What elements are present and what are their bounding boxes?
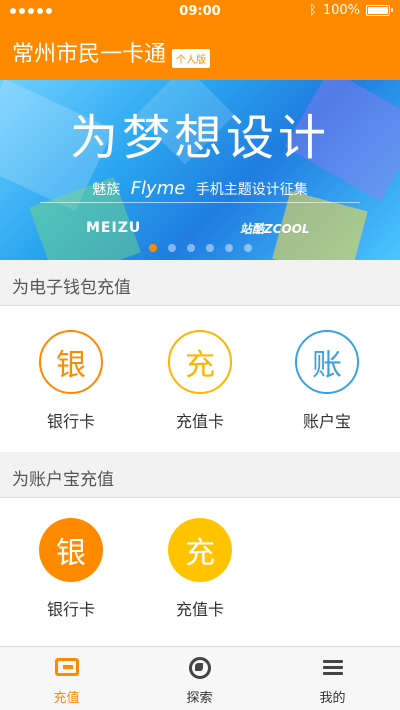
carousel-dot[interactable] — [148, 244, 157, 252]
wallet-recharge-card-label: 充值卡 — [175, 412, 224, 431]
tab-explore-label: 探索 — [186, 691, 213, 706]
bluetooth-icon: ᛒ — [309, 3, 317, 18]
banner-divider — [40, 202, 360, 203]
carousel-indicator[interactable] — [0, 244, 400, 252]
page-title: 常州市民一卡通 — [12, 42, 167, 67]
banner-subtitle-brand: Flyme — [130, 178, 186, 199]
tab-mine-label: 我的 — [319, 691, 346, 706]
account-section-body: 银 银行卡 充 充值卡 — [0, 498, 400, 646]
carousel-dot[interactable] — [186, 244, 195, 252]
banner-subtitle: 魅族 Flyme 手机主题设计征集 — [0, 178, 400, 199]
account-bank-card-button[interactable]: 银 银行卡 — [6, 518, 136, 638]
banner-subtitle-suffix: 手机主题设计征集 — [195, 182, 308, 198]
globe-icon — [188, 657, 211, 679]
wallet-section-header: 为电子钱包充值 — [0, 260, 400, 306]
wallet-account-treasure-button[interactable]: 账 账户宝 — [262, 330, 392, 450]
carousel-dot[interactable] — [224, 244, 233, 252]
carousel-dot[interactable] — [205, 244, 214, 252]
recharge-card-icon: 充 — [168, 330, 232, 394]
wallet-bank-card-label: 银行卡 — [46, 412, 95, 431]
account-section-header: 为账户宝充值 — [0, 452, 400, 498]
account-section-title: 为账户宝充值 — [12, 470, 114, 490]
bank-card-icon: 银 — [39, 330, 103, 394]
bank-card-icon: 银 — [39, 518, 103, 582]
battery-icon — [366, 5, 393, 16]
carousel-dot[interactable] — [243, 244, 252, 252]
account-recharge-card-label: 充值卡 — [175, 600, 224, 619]
wallet-section-title: 为电子钱包充值 — [12, 278, 131, 298]
wallet-account-treasure-label: 账户宝 — [302, 412, 351, 431]
account-treasure-icon: 账 — [295, 330, 359, 394]
wallet-recharge-card-button[interactable]: 充 充值卡 — [135, 330, 265, 450]
tab-recharge-label: 充值 — [53, 691, 80, 706]
banner-title: 为梦想设计 — [69, 110, 330, 166]
wallet-bank-card-button[interactable]: 银 银行卡 — [6, 330, 136, 450]
meizu-logo: MEIZU — [86, 220, 142, 236]
wallet-section-body: 银 银行卡 充 充值卡 账 账户宝 — [0, 306, 400, 460]
promo-banner[interactable]: 为梦想设计 魅族 Flyme 手机主题设计征集 MEIZU 站酷ZCOOL — [0, 80, 400, 260]
bottom-tab-bar: 充值 探索 我的 — [0, 646, 400, 710]
card-icon — [54, 658, 79, 676]
battery-percent: 100% — [322, 3, 360, 18]
app-root: 09:00 ᛒ 100% 常州市民一卡通 个人版 为梦想设计 魅族 Flyme … — [0, 0, 400, 710]
account-bank-card-label: 银行卡 — [46, 600, 95, 619]
tab-recharge[interactable]: 充值 — [0, 647, 133, 710]
status-bar: 09:00 ᛒ 100% — [0, 0, 400, 24]
title-bar: 常州市民一卡通 个人版 — [0, 24, 400, 80]
menu-icon — [322, 657, 343, 678]
recharge-card-icon: 充 — [168, 518, 232, 582]
carousel-dot[interactable] — [167, 244, 176, 252]
edition-badge: 个人版 — [172, 49, 210, 68]
tab-explore[interactable]: 探索 — [133, 647, 266, 710]
tab-mine[interactable]: 我的 — [266, 647, 399, 710]
zcool-logo: 站酷ZCOOL — [240, 222, 310, 236]
banner-subtitle-prefix: 魅族 — [92, 182, 121, 198]
account-recharge-card-button[interactable]: 充 充值卡 — [135, 518, 265, 638]
